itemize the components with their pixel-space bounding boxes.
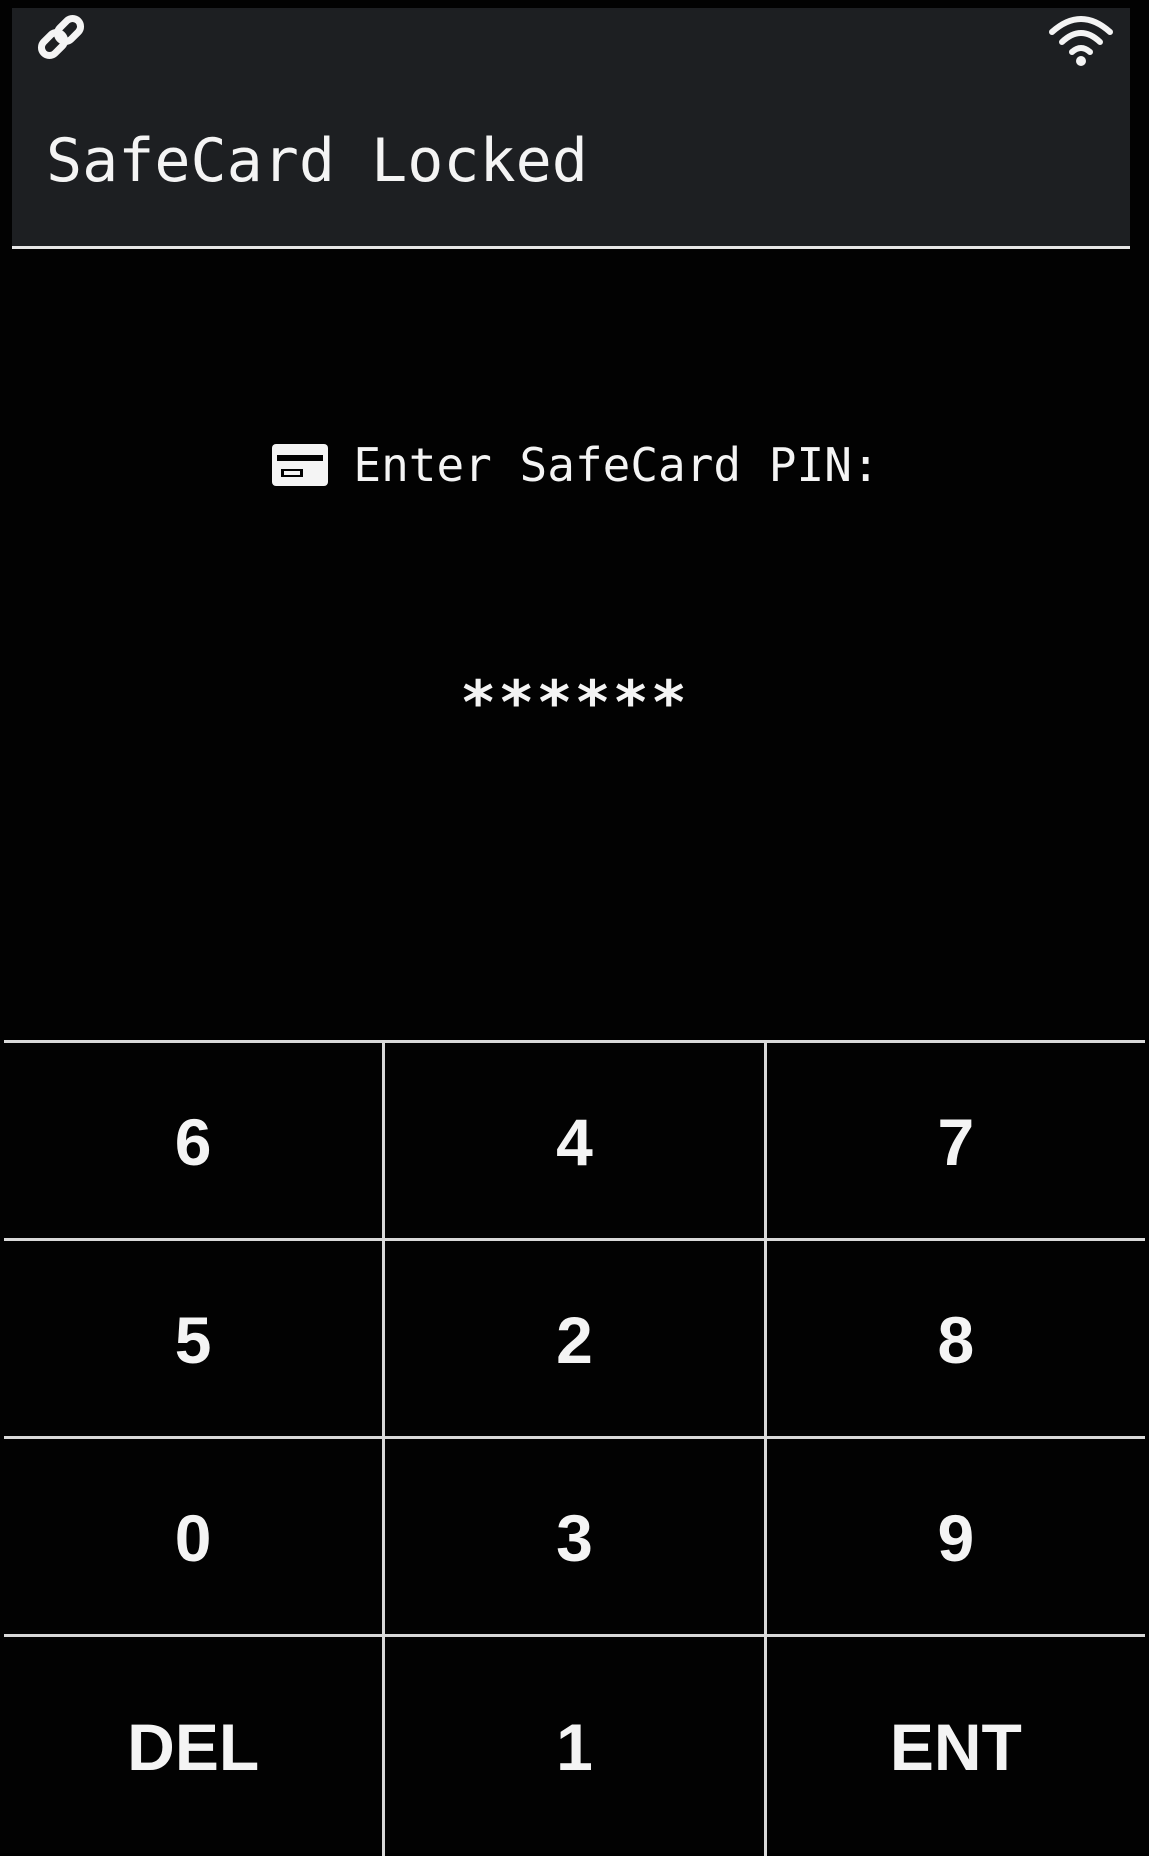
- key-4[interactable]: 4: [382, 1043, 763, 1241]
- header-bar: SafeCard Locked: [12, 8, 1130, 249]
- key-5[interactable]: 5: [4, 1241, 382, 1439]
- key-7[interactable]: 7: [763, 1043, 1145, 1241]
- key-1[interactable]: 1: [382, 1637, 763, 1856]
- wifi-icon: [1046, 10, 1116, 70]
- pin-prompt: Enter SafeCard PIN:: [0, 438, 1149, 492]
- keypad-row: 6 4 7: [4, 1040, 1145, 1241]
- pin-prompt-label: Enter SafeCard PIN:: [353, 438, 880, 492]
- enter-key[interactable]: ENT: [763, 1637, 1145, 1856]
- key-0[interactable]: 0: [4, 1439, 382, 1637]
- key-6[interactable]: 6: [4, 1043, 382, 1241]
- keypad-row: 0 3 9: [4, 1436, 1145, 1637]
- pin-field[interactable]: ******: [0, 668, 1149, 738]
- lock-screen: SafeCard Locked Enter SafeCard PIN: ****…: [0, 0, 1149, 1856]
- key-2[interactable]: 2: [382, 1241, 763, 1439]
- link-icon: [26, 12, 96, 72]
- key-8[interactable]: 8: [763, 1241, 1145, 1439]
- card-icon: [269, 441, 331, 489]
- keypad-row: DEL 1 ENT: [4, 1634, 1145, 1856]
- page-title: SafeCard Locked: [46, 126, 588, 196]
- key-9[interactable]: 9: [763, 1439, 1145, 1637]
- delete-key[interactable]: DEL: [4, 1637, 382, 1856]
- keypad: 6 4 7 5 2 8 0 3 9 DEL 1 ENT: [4, 1040, 1145, 1856]
- keypad-row: 5 2 8: [4, 1238, 1145, 1439]
- key-3[interactable]: 3: [382, 1439, 763, 1637]
